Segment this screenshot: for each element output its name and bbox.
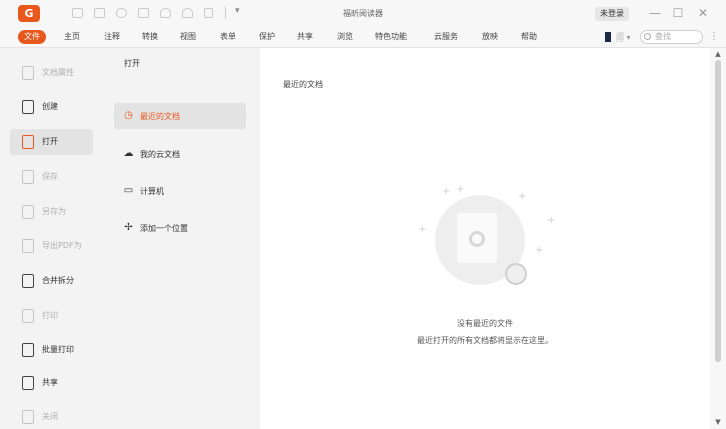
sidebar-item-label: 共享	[42, 378, 58, 387]
merge-split-icon	[22, 274, 34, 288]
vertical-scrollbar[interactable]: ▲ ▼	[710, 48, 726, 429]
recent-documents-area: 最近的文档 + + + + + + 没有最近的文件 最近打开的所有文档都将显示在…	[260, 48, 710, 429]
close-document-icon	[22, 410, 34, 424]
sidebar-item-label: 打开	[42, 137, 58, 146]
sidebar-item-label: 打印	[42, 311, 58, 320]
computer-icon: ▭	[123, 185, 134, 196]
empty-state-subtitle: 最近打开的所有文档都将显示在这里。	[417, 336, 553, 345]
add-location-icon: ✢	[124, 222, 133, 233]
create-icon	[22, 100, 34, 114]
title-bar: G ▾ 福昕阅读器 未登录 — ☐ ✕	[0, 0, 726, 26]
sidebar-item-export-pdf[interactable]: 导出PDF为	[10, 233, 93, 259]
menu-form[interactable]: 表单	[218, 30, 238, 44]
panel-title: 打开	[124, 59, 140, 68]
share-icon	[22, 376, 34, 390]
batch-print-icon	[22, 343, 34, 357]
file-sidebar: 文档属性 创建 打开 保存 另存为 导出PDF为 合并拆分 打印 批量打印 共享…	[0, 48, 104, 429]
sidebar-item-close[interactable]: 关闭	[10, 404, 93, 429]
save-icon	[22, 170, 34, 184]
sidebar-item-label: 保存	[42, 172, 58, 181]
menu-bar: 文件 主页 注释 转换 视图 表单 保护 共享 浏览 特色功能 云服务 放映 帮…	[0, 26, 726, 48]
sparkle-icon: +	[442, 186, 451, 197]
location-label: 最近的文档	[140, 112, 180, 121]
minimize-icon[interactable]: —	[646, 4, 664, 22]
sidebar-item-create[interactable]: 创建	[10, 94, 93, 120]
location-label: 计算机	[140, 187, 164, 196]
sparkle-icon: +	[547, 215, 556, 226]
sidebar-item-open[interactable]: 打开	[10, 129, 93, 155]
search-input[interactable]: 查找	[640, 30, 703, 44]
printer-icon	[22, 309, 34, 323]
sidebar-item-label: 关闭	[42, 412, 58, 421]
sidebar-item-label: 导出PDF为	[42, 241, 82, 250]
menu-browse[interactable]: 浏览	[335, 30, 355, 44]
sidebar-item-print[interactable]: 打印	[10, 303, 93, 329]
cloud-icon: ☁	[123, 148, 134, 159]
menu-slideshow[interactable]: 放映	[480, 30, 500, 44]
open-folder-icon	[22, 135, 34, 149]
location-computer[interactable]: ▭ 计算机	[114, 178, 246, 204]
scroll-down-icon[interactable]: ▼	[714, 418, 722, 426]
scroll-up-icon[interactable]: ▲	[714, 50, 722, 58]
clock-icon: ◷	[124, 110, 133, 121]
document-properties-icon	[22, 66, 34, 80]
save-as-icon	[22, 205, 34, 219]
sidebar-item-document-properties[interactable]: 文档属性	[10, 60, 93, 86]
maximize-icon[interactable]: ☐	[669, 4, 687, 22]
document-icon	[457, 213, 527, 285]
scrollbar-thumb[interactable]	[715, 60, 721, 362]
location-add-place[interactable]: ✢ 添加一个位置	[114, 215, 246, 241]
login-button[interactable]: 未登录	[595, 7, 629, 21]
sidebar-item-label: 文档属性	[42, 68, 74, 77]
sparkle-icon: +	[418, 224, 427, 235]
menu-cloud-services[interactable]: 云服务	[432, 30, 460, 44]
close-icon[interactable]: ✕	[694, 4, 712, 22]
sparkle-icon: +	[518, 191, 527, 202]
menu-protect[interactable]: 保护	[257, 30, 277, 44]
section-title: 最近的文档	[283, 80, 323, 89]
search-placeholder: 查找	[655, 32, 671, 41]
sidebar-item-label: 批量打印	[42, 345, 74, 354]
menu-home[interactable]: 主页	[62, 30, 82, 44]
clock-icon	[505, 263, 527, 285]
app-logo-icon	[469, 231, 485, 247]
empty-state-illustration	[435, 195, 527, 285]
sidebar-item-label: 创建	[42, 102, 58, 111]
search-icon	[644, 33, 651, 40]
open-locations-panel: 打开 ◷ 最近的文档 ☁ 我的云文档 ▭ 计算机 ✢ 添加一个位置	[104, 48, 260, 429]
sidebar-item-merge-split[interactable]: 合并拆分	[10, 268, 93, 294]
location-label: 我的云文档	[140, 150, 180, 159]
location-recent-documents[interactable]: ◷ 最近的文档	[114, 103, 246, 129]
menu-comment[interactable]: 注释	[102, 30, 122, 44]
location-cloud-documents[interactable]: ☁ 我的云文档	[114, 141, 246, 167]
sidebar-item-save[interactable]: 保存	[10, 164, 93, 190]
sidebar-item-label: 合并拆分	[42, 276, 74, 285]
more-options-icon[interactable]: ⋮	[709, 30, 719, 44]
collapse-ribbon-icon[interactable]	[605, 32, 611, 42]
sidebar-item-label: 另存为	[42, 207, 66, 216]
menu-view[interactable]: 视图	[178, 30, 198, 44]
sidebar-item-save-as[interactable]: 另存为	[10, 199, 93, 225]
sidebar-item-batch-print[interactable]: 批量打印	[10, 337, 93, 363]
sparkle-icon: +	[456, 184, 465, 195]
menu-share[interactable]: 共享	[295, 30, 315, 44]
location-label: 添加一个位置	[140, 224, 188, 233]
empty-state-title: 没有最近的文件	[457, 319, 513, 328]
export-pdf-icon	[22, 239, 34, 253]
sparkle-icon: +	[535, 245, 544, 256]
sidebar-item-share[interactable]: 共享	[10, 370, 93, 396]
menu-convert[interactable]: 转换	[140, 30, 160, 44]
menu-help[interactable]: 帮助	[519, 30, 539, 44]
reading-mode-icon[interactable]: 🗐 ▾	[616, 32, 631, 46]
menu-features[interactable]: 特色功能	[373, 30, 409, 44]
menu-file[interactable]: 文件	[18, 30, 46, 44]
